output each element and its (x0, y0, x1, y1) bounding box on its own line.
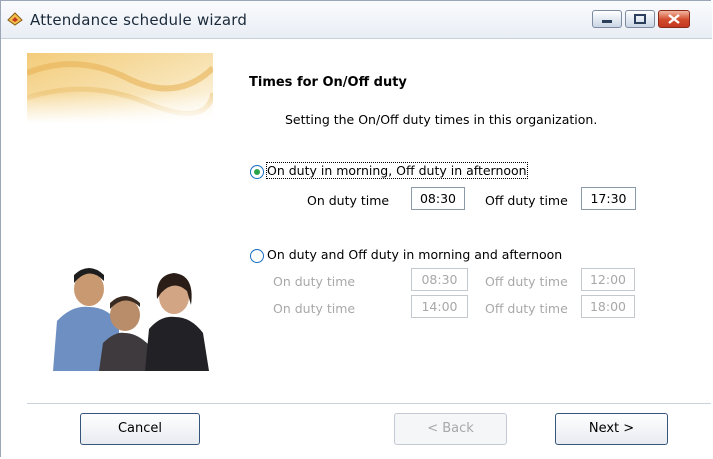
wizard-hat-icon (7, 12, 23, 26)
radio-label-morning-afternoon[interactable]: On duty in morning, Off duty in afternoo… (266, 162, 528, 179)
split-on-duty-time-input-1[interactable]: 08:30 (411, 268, 468, 291)
radio-split-shift[interactable] (250, 249, 264, 263)
maximize-icon (634, 14, 646, 24)
window-title: Attendance schedule wizard (30, 11, 248, 29)
step-heading: Times for On/Off duty (249, 75, 407, 90)
split-off-duty-time-label-2: Off duty time (485, 301, 568, 316)
split-on-duty-time-label-1: On duty time (273, 274, 356, 289)
on-duty-time-label: On duty time (307, 193, 390, 208)
split-off-duty-time-label-1: Off duty time (485, 274, 568, 289)
split-on-duty-time-label-2: On duty time (273, 301, 356, 316)
wizard-window: Attendance schedule wizard Times for On/… (0, 0, 712, 458)
close-icon (668, 14, 680, 24)
title-bar[interactable]: Attendance schedule wizard (1, 1, 712, 39)
step-description: Setting the On/Off duty times in this or… (285, 112, 598, 127)
radio-morning-afternoon[interactable] (250, 165, 264, 179)
off-duty-time-label: Off duty time (485, 193, 568, 208)
off-duty-time-input[interactable]: 17:30 (581, 187, 636, 210)
back-button[interactable]: < Back (394, 413, 507, 445)
split-off-duty-time-input-2[interactable]: 18:00 (581, 295, 635, 318)
minimize-button[interactable] (592, 10, 622, 28)
radio-selected-dot (254, 169, 260, 175)
maximize-button[interactable] (625, 10, 655, 28)
next-button[interactable]: Next > (555, 413, 668, 445)
cancel-button[interactable]: Cancel (80, 413, 200, 445)
on-duty-time-input[interactable]: 08:30 (411, 187, 465, 210)
button-divider-highlight (27, 404, 711, 405)
team-photo (27, 53, 213, 371)
split-on-duty-time-input-2[interactable]: 14:00 (411, 295, 468, 318)
radio-label-split-shift[interactable]: On duty and Off duty in morning and afte… (267, 247, 562, 262)
minimize-icon (602, 20, 612, 23)
close-button[interactable] (658, 10, 690, 28)
split-off-duty-time-input-1[interactable]: 12:00 (581, 268, 635, 291)
